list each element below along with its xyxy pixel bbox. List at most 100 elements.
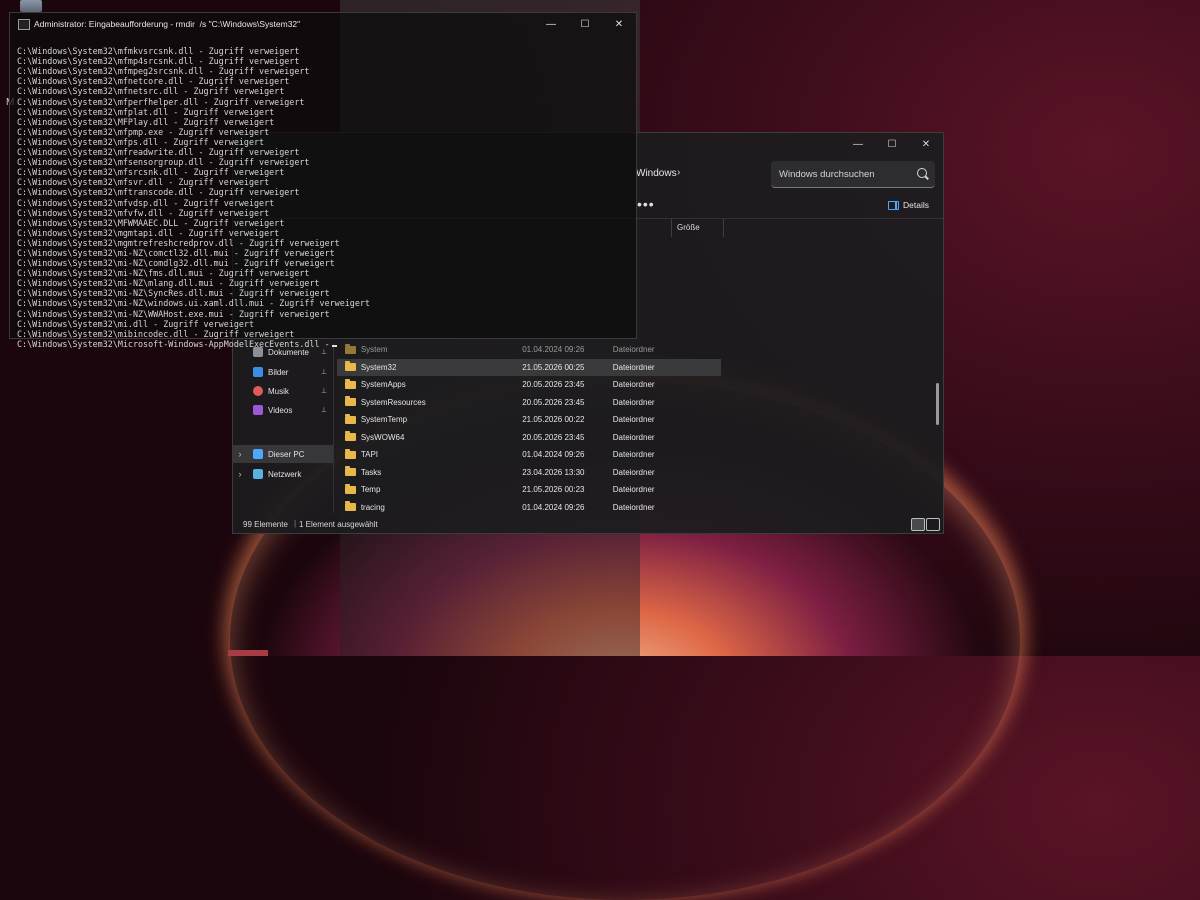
cmd-window-controls: — ☐ ✕ xyxy=(534,13,636,35)
terminal-icon xyxy=(18,19,30,30)
nav-label: Videos xyxy=(268,405,293,415)
list-item[interactable]: SysWOW64 20.05.2026 23:45 Dateiordner xyxy=(337,429,721,446)
details-view-button[interactable] xyxy=(911,518,925,531)
console-line: C:\Windows\System32\mfmp4srcsnk.dll - Zu… xyxy=(17,56,300,67)
nav-label: Netzwerk xyxy=(268,469,302,479)
breadcrumb-windows[interactable]: Windows xyxy=(636,168,677,179)
command-prompt-window[interactable]: Administrator: Eingabeaufforderung - rmd… xyxy=(9,12,637,349)
console-line: C:\Windows\System32\mibincodec.dll - Zug… xyxy=(17,328,295,339)
list-item[interactable]: SystemResources 20.05.2026 23:45 Dateior… xyxy=(337,394,721,411)
console-line: C:\Windows\System32\mi-NZ\SyncRes.dll.mu… xyxy=(17,288,330,299)
cmd-titlebar[interactable]: Administrator: Eingabeaufforderung - rmd… xyxy=(10,13,636,35)
pin-icon: ⊥ xyxy=(320,369,327,376)
folder-icon xyxy=(345,378,356,389)
expand-chevron-icon[interactable]: › xyxy=(233,449,247,459)
nav-item-musik[interactable]: Musik ⊥ xyxy=(233,382,333,400)
console-line: C:\Windows\System32\mgmtapi.dll - Zugrif… xyxy=(17,227,280,238)
search-placeholder: Windows durchsuchen xyxy=(779,169,875,180)
console-line: C:\Windows\System32\mfmpeg2srcsnk.dll - … xyxy=(17,66,310,77)
list-item[interactable]: SystemTemp 21.05.2026 00:22 Dateiordner xyxy=(337,411,721,428)
list-item[interactable]: System 01.04.2024 09:26 Dateiordner xyxy=(337,341,721,358)
cmd-minimize-button[interactable]: — xyxy=(534,13,568,35)
taskbar-active-indicator[interactable] xyxy=(228,650,268,656)
console-line: C:\Windows\System32\mfplat.dll - Zugriff… xyxy=(17,106,275,117)
console-line: C:\Windows\System32\mi.dll - Zugriff ver… xyxy=(17,318,254,329)
nav-item-dieser-pc[interactable]: › Dieser PC xyxy=(233,445,333,463)
pin-icon: ⊥ xyxy=(320,407,327,414)
explorer-close-button[interactable]: ✕ xyxy=(909,133,943,155)
pc-icon xyxy=(253,449,263,459)
folder-icon xyxy=(345,413,356,424)
vertical-scrollbar[interactable] xyxy=(936,383,939,425)
status-bar: 99 Elemente | 1 Element ausgewählt xyxy=(233,517,943,533)
folder-icon xyxy=(345,431,356,441)
selection-count: 1 Element ausgewählt xyxy=(299,520,378,529)
network-icon xyxy=(253,469,263,479)
column-separator[interactable] xyxy=(671,219,672,237)
console-line: C:\Windows\System32\MFPlay.dll - Zugriff… xyxy=(17,116,275,127)
nav-label: Dieser PC xyxy=(268,449,305,459)
console-line: C:\Windows\System32\mfvfw.dll - Zugriff … xyxy=(17,207,270,218)
list-item[interactable]: Temp 21.05.2026 00:23 Dateiordner xyxy=(337,481,721,498)
videos-icon xyxy=(253,405,263,415)
search-input[interactable]: Windows durchsuchen xyxy=(771,161,935,188)
nav-label: Musik xyxy=(268,386,289,396)
status-separator: | xyxy=(294,519,297,528)
details-pane-icon xyxy=(888,200,900,210)
music-icon xyxy=(253,386,263,396)
explorer-titlebar-controls: — ☐ ✕ xyxy=(841,133,943,155)
folder-icon xyxy=(345,501,356,511)
cmd-close-button[interactable]: ✕ xyxy=(602,13,636,35)
list-item[interactable]: System32 21.05.2026 00:25 Dateiordner xyxy=(337,358,721,376)
details-button[interactable]: Details xyxy=(888,200,929,210)
console-line: C:\Windows\System32\MFWMAAEC.DLL - Zugri… xyxy=(17,217,285,228)
tiles-view-button[interactable] xyxy=(926,518,940,531)
console-line: C:\Windows\System32\mfmkvsrcsnk.dll - Zu… xyxy=(17,46,300,57)
console-line: C:\Windows\System32\mfperfhelper.dll - Z… xyxy=(17,96,305,107)
console-line: C:\Windows\System32\Microsoft-Windows-Ap… xyxy=(17,338,330,349)
text-cursor xyxy=(331,345,337,347)
console-line: C:\Windows\System32\mi-NZ\comctl32.dll.m… xyxy=(17,247,335,258)
console-line: C:\Windows\System32\mfsensorgroup.dll - … xyxy=(17,157,310,168)
desktop-drive-icon[interactable] xyxy=(20,0,42,12)
console-line: C:\Windows\System32\mfnetsrc.dll - Zugri… xyxy=(17,86,285,97)
nav-item-netzwerk[interactable]: › Netzwerk xyxy=(233,465,333,483)
list-item[interactable]: Tasks 23.04.2026 13:30 Dateiordner xyxy=(337,464,721,481)
column-header-size[interactable]: Größe xyxy=(677,223,700,232)
console-line: C:\Windows\System32\mftranscode.dll - Zu… xyxy=(17,187,300,198)
list-item[interactable]: SystemApps 20.05.2026 23:45 Dateiordner xyxy=(337,376,721,393)
explorer-minimize-button[interactable]: — xyxy=(841,133,875,155)
list-item[interactable]: TAPI 01.04.2024 09:26 Dateiordner xyxy=(337,446,721,463)
console-line: C:\Windows\System32\mfsrcsnk.dll - Zugri… xyxy=(17,167,285,178)
more-options-button[interactable]: ••• xyxy=(637,196,655,212)
console-line: C:\Windows\System32\mfpmp.exe - Zugriff … xyxy=(17,126,270,137)
console-line: C:\Windows\System32\mfnetcore.dll - Zugr… xyxy=(17,76,290,87)
folder-icon xyxy=(345,448,356,459)
folder-icon xyxy=(345,466,356,476)
window-title: Administrator: Eingabeaufforderung - rmd… xyxy=(34,19,301,29)
folder-icon xyxy=(345,483,356,494)
console-line: C:\Windows\System32\mi-NZ\windows.ui.xam… xyxy=(17,298,370,309)
console-line: C:\Windows\System32\mfps.dll - Zugriff v… xyxy=(17,136,265,147)
console-line: C:\Windows\System32\mgmtrefreshcredprov.… xyxy=(17,237,340,248)
console-line: C:\Windows\System32\mi-NZ\comdlg32.dll.m… xyxy=(17,258,335,269)
console-line: C:\Windows\System32\mfvdsp.dll - Zugriff… xyxy=(17,197,275,208)
console-output[interactable]: C:\Windows\System32\mfmkvsrcsnk.dll - Zu… xyxy=(17,36,370,369)
column-separator[interactable] xyxy=(723,219,724,237)
list-item[interactable]: tracing 01.04.2024 09:26 Dateiordner xyxy=(337,499,721,516)
expand-chevron-icon[interactable]: › xyxy=(233,469,247,479)
console-line: C:\Windows\System32\mfsvr.dll - Zugriff … xyxy=(17,177,270,188)
folder-icon xyxy=(345,396,356,406)
console-line: C:\Windows\System32\mi-NZ\fms.dll.mui - … xyxy=(17,268,310,279)
nav-item-videos[interactable]: Videos ⊥ xyxy=(233,401,333,419)
item-count: 99 Elemente xyxy=(243,520,288,529)
pin-icon: ⊥ xyxy=(320,388,327,395)
console-line: C:\Windows\System32\mi-NZ\mlang.dll.mui … xyxy=(17,278,320,289)
search-icon[interactable] xyxy=(917,168,927,178)
console-line: C:\Windows\System32\mi-NZ\WWAHost.exe.mu… xyxy=(17,308,330,319)
explorer-maximize-button[interactable]: ☐ xyxy=(875,133,909,155)
cmd-maximize-button[interactable]: ☐ xyxy=(568,13,602,35)
breadcrumb-chevron-icon[interactable]: › xyxy=(677,167,680,178)
console-line: C:\Windows\System32\mfreadwrite.dll - Zu… xyxy=(17,147,300,158)
details-label: Details xyxy=(903,200,929,210)
